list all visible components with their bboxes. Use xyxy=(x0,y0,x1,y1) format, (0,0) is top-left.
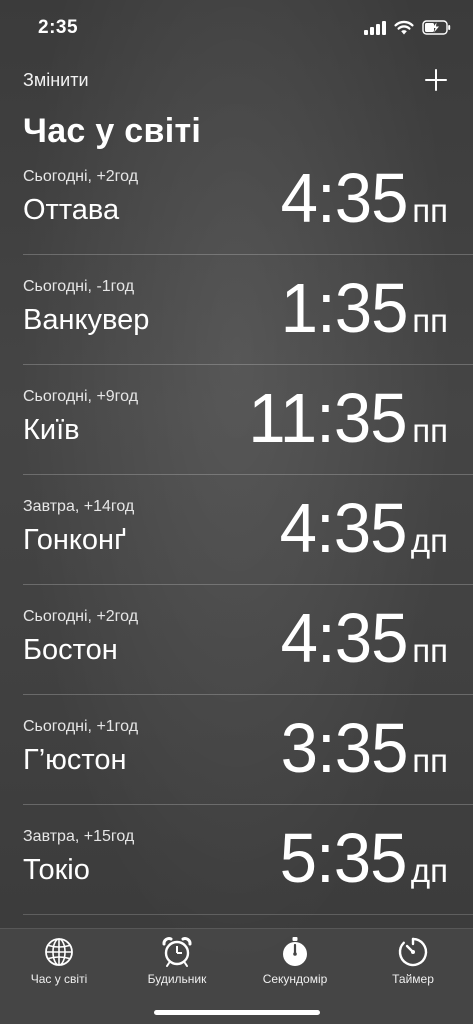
tab-label: Будильник xyxy=(147,972,207,986)
clock-digits: 3:35 xyxy=(280,709,409,787)
tab-stopwatch[interactable]: Секундомір xyxy=(236,935,354,986)
clock-ampm: пп xyxy=(412,412,448,449)
clock-ampm: пп xyxy=(412,302,448,339)
clock-time: 4:35 дп xyxy=(277,493,448,563)
clock-digits: 4:35 xyxy=(279,489,407,567)
clock-ampm: пп xyxy=(412,192,448,229)
clock-ampm: дп xyxy=(410,852,448,889)
clock-digits: 11:35 xyxy=(248,379,408,457)
clock-row-kyiv[interactable]: Сьогодні, +9год Київ 11:35 пп xyxy=(23,365,473,475)
alarm-clock-icon xyxy=(162,937,192,967)
tab-label: Секундомір xyxy=(262,972,328,986)
clock-offset: Завтра, +15год xyxy=(23,828,135,845)
plus-icon[interactable] xyxy=(422,66,450,94)
timer-icon xyxy=(398,937,428,967)
clock-ampm: пп xyxy=(412,742,448,779)
clock-offset: Сьогодні, +2год xyxy=(23,608,139,625)
globe-icon xyxy=(45,938,73,966)
clock-city: Бостон xyxy=(23,634,118,666)
clock-row-ottawa[interactable]: Сьогодні, +2год Оттава 4:35 пп xyxy=(23,145,473,255)
world-clock-list: Сьогодні, +2год Оттава 4:35 пп Сьогодні,… xyxy=(0,145,473,915)
wifi-icon xyxy=(394,20,414,35)
clock-offset: Завтра, +14год xyxy=(23,498,135,515)
edit-button[interactable]: Змінити xyxy=(23,70,89,91)
clock-offset: Сьогодні, +1год xyxy=(23,718,139,735)
home-indicator[interactable] xyxy=(154,1010,320,1015)
clock-time: 3:35 пп xyxy=(278,713,448,783)
clock-city: Ванкувер xyxy=(23,304,150,336)
clock-city: Гонконґ xyxy=(23,524,126,556)
battery-charging-icon xyxy=(422,20,451,35)
clock-digits: 4:35 xyxy=(280,159,409,237)
status-icons xyxy=(364,20,451,35)
clock-row-vancouver[interactable]: Сьогодні, -1год Ванкувер 1:35 пп xyxy=(23,255,473,365)
clock-offset: Сьогодні, +2год xyxy=(23,168,139,185)
tab-alarm[interactable]: Будильник xyxy=(118,935,236,986)
clock-time: 1:35 пп xyxy=(278,273,448,343)
clock-row-houston[interactable]: Сьогодні, +1год Г’юстон 3:35 пп xyxy=(23,695,473,805)
status-bar: 2:35 xyxy=(0,0,473,58)
clock-row-boston[interactable]: Сьогодні, +2год Бостон 4:35 пп xyxy=(23,585,473,695)
clock-time: 11:35 пп xyxy=(245,383,448,453)
clock-digits: 4:35 xyxy=(280,599,409,677)
clock-ampm: дп xyxy=(410,522,448,559)
clock-city: Оттава xyxy=(23,194,120,226)
clock-offset: Сьогодні, -1год xyxy=(23,278,135,295)
clock-ampm: пп xyxy=(412,632,448,669)
cellular-signal-icon xyxy=(364,21,386,35)
clock-digits: 5:35 xyxy=(279,819,407,897)
clock-digits: 1:35 xyxy=(280,269,409,347)
clock-time: 4:35 пп xyxy=(278,603,448,673)
world-clock-screen: 2:35 Змінити Час у світі Сьогодні, +2год… xyxy=(0,0,473,1024)
clock-row-hong-kong[interactable]: Завтра, +14год Гонконґ 4:35 дп xyxy=(23,475,473,585)
status-time: 2:35 xyxy=(38,17,79,38)
clock-offset: Сьогодні, +9год xyxy=(23,388,139,405)
clock-city: Київ xyxy=(23,414,80,446)
clock-row-tokyo[interactable]: Завтра, +15год Токіо 5:35 дп xyxy=(23,805,473,915)
clock-time: 5:35 дп xyxy=(277,823,448,893)
stopwatch-icon xyxy=(283,937,307,966)
clock-city: Г’юстон xyxy=(23,744,127,776)
tab-label: Таймер xyxy=(392,972,434,986)
clock-city: Токіо xyxy=(23,854,90,886)
tab-timer[interactable]: Таймер xyxy=(354,935,472,986)
tab-label: Час у світі xyxy=(30,972,88,986)
tab-world-clock[interactable]: Час у світі xyxy=(0,935,118,986)
clock-time: 4:35 пп xyxy=(278,163,448,233)
